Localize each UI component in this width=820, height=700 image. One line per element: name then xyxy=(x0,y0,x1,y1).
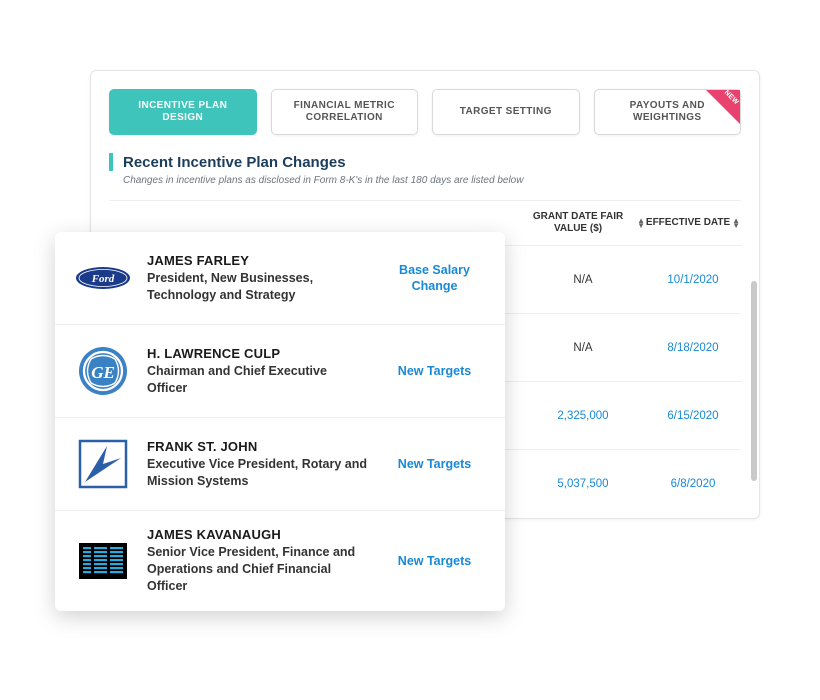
sort-icon: ▲▼ xyxy=(732,218,740,228)
list-item[interactable]: Ford JAMES FARLEY President, New Busines… xyxy=(55,232,505,325)
section-title-row: Recent Incentive Plan Changes xyxy=(109,153,741,171)
title-accent-bar xyxy=(109,153,113,171)
company-logo-ford: Ford xyxy=(73,248,133,308)
tabs-row: INCENTIVE PLAN DESIGN FINANCIAL METRIC C… xyxy=(109,89,741,135)
executive-name: FRANK ST. JOHN xyxy=(147,439,368,454)
col-header-effective-date[interactable]: EFFECTIVE DATE ▲▼ xyxy=(645,211,741,235)
company-logo-ge: GE xyxy=(73,341,133,401)
section-subtitle: Changes in incentive plans as disclosed … xyxy=(123,175,741,186)
ibm-logo-icon xyxy=(77,535,129,587)
executive-title: President, New Businesses, Technology an… xyxy=(147,270,368,304)
section-title: Recent Incentive Plan Changes xyxy=(123,154,346,171)
cell-effective-date: 8/18/2020 xyxy=(645,342,741,354)
executive-info: JAMES FARLEY President, New Businesses, … xyxy=(147,253,368,304)
executives-overlay: Ford JAMES FARLEY President, New Busines… xyxy=(55,232,505,611)
executive-info: FRANK ST. JOHN Executive Vice President,… xyxy=(147,439,368,490)
company-logo-ibm xyxy=(73,531,133,591)
scrollbar[interactable] xyxy=(751,281,757,481)
executive-info: H. LAWRENCE CULP Chairman and Chief Exec… xyxy=(147,346,368,397)
sort-icon: ▲▼ xyxy=(637,218,645,228)
company-logo-lockheed xyxy=(73,434,133,494)
tab-incentive-plan-design[interactable]: INCENTIVE PLAN DESIGN xyxy=(109,89,257,135)
tab-label: TARGET SETTING xyxy=(460,106,552,119)
col-header-fair-value[interactable]: GRANT DATE FAIR VALUE ($) ▲▼ xyxy=(521,211,645,235)
list-item[interactable]: GE H. LAWRENCE CULP Chairman and Chief E… xyxy=(55,325,505,418)
ge-logo-icon: GE xyxy=(77,345,129,397)
tab-payouts-and-weightings[interactable]: PAYOUTS AND WEIGHTINGS NEW xyxy=(594,89,742,135)
cell-effective-date: 6/8/2020 xyxy=(645,478,741,490)
executive-title: Chairman and Chief Executive Officer xyxy=(147,363,368,397)
executive-name: JAMES KAVANAUGH xyxy=(147,527,368,542)
tab-target-setting[interactable]: TARGET SETTING xyxy=(432,89,580,135)
cell-fair-value: N/A xyxy=(521,342,645,354)
list-item[interactable]: JAMES KAVANAUGH Senior Vice President, F… xyxy=(55,511,505,611)
executive-title: Executive Vice President, Rotary and Mis… xyxy=(147,456,368,490)
executive-name: H. LAWRENCE CULP xyxy=(147,346,368,361)
change-type-link[interactable]: New Targets xyxy=(382,456,487,472)
tab-label: FINANCIAL METRIC CORRELATION xyxy=(280,100,410,125)
executive-info: JAMES KAVANAUGH Senior Vice President, F… xyxy=(147,527,368,595)
svg-text:Ford: Ford xyxy=(91,273,115,285)
ford-logo-icon: Ford xyxy=(75,266,131,290)
cell-fair-value: 2,325,000 xyxy=(521,410,645,422)
tab-label: INCENTIVE PLAN DESIGN xyxy=(118,100,248,125)
svg-text:GE: GE xyxy=(91,363,115,382)
cell-fair-value: N/A xyxy=(521,274,645,286)
list-item[interactable]: FRANK ST. JOHN Executive Vice President,… xyxy=(55,418,505,511)
cell-fair-value: 5,037,500 xyxy=(521,478,645,490)
col-header-label: EFFECTIVE DATE xyxy=(646,217,730,229)
cell-effective-date: 10/1/2020 xyxy=(645,274,741,286)
col-header-label: GRANT DATE FAIR VALUE ($) xyxy=(521,211,635,235)
tab-financial-metric-correlation[interactable]: FINANCIAL METRIC CORRELATION xyxy=(271,89,419,135)
change-type-link[interactable]: New Targets xyxy=(382,363,487,379)
executive-title: Senior Vice President, Finance and Opera… xyxy=(147,544,368,595)
change-type-link[interactable]: New Targets xyxy=(382,553,487,569)
lockheed-logo-icon xyxy=(77,438,129,490)
cell-effective-date: 6/15/2020 xyxy=(645,410,741,422)
change-type-link[interactable]: Base Salary Change xyxy=(382,262,487,295)
executive-name: JAMES FARLEY xyxy=(147,253,368,268)
